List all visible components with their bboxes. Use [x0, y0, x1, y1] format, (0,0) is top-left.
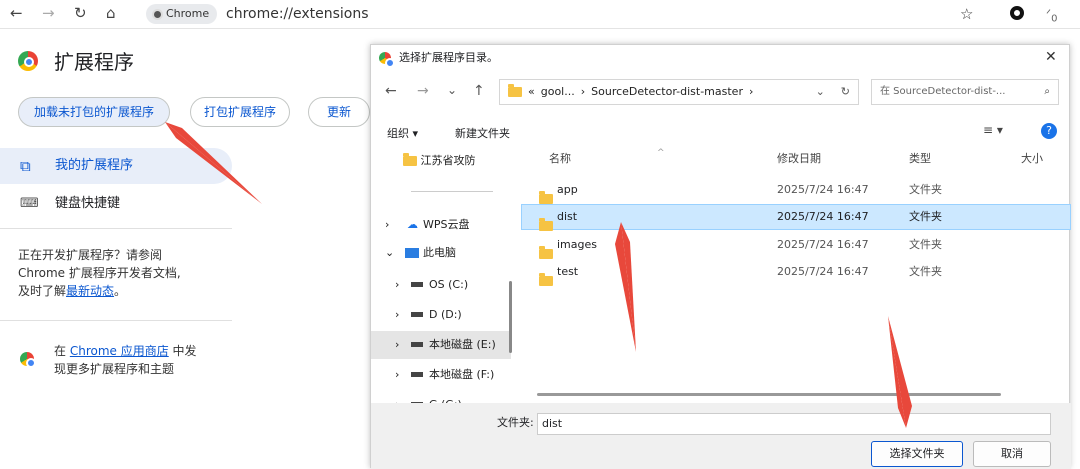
annotation-arrows — [165, 122, 912, 428]
annotation-arrow — [615, 222, 636, 352]
annotation-arrow — [888, 316, 912, 428]
annotation-arrow — [165, 122, 262, 204]
